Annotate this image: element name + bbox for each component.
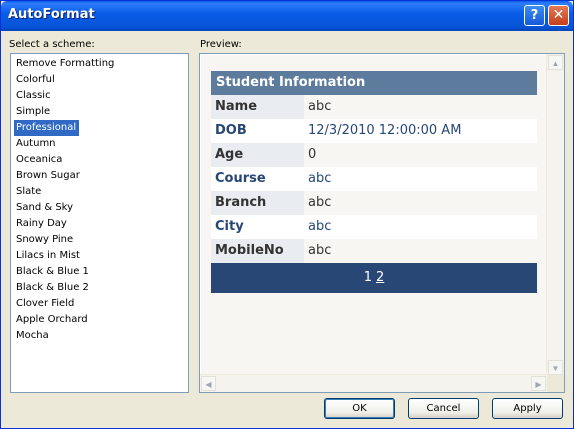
scheme-item[interactable]: Professional <box>14 120 80 136</box>
cancel-button[interactable]: Cancel <box>408 398 479 419</box>
grid-row: Name abc <box>211 95 537 119</box>
pager-current-page: 1 <box>363 270 372 285</box>
preview-label: Preview: <box>200 39 242 50</box>
grid-row: Course abc <box>211 167 537 191</box>
window-title: AutoFormat <box>8 7 95 22</box>
grid-row: Branch abc <box>211 191 537 215</box>
title-bar: AutoFormat ? ✕ <box>1 1 573 31</box>
pager-next-page-link[interactable]: 2 <box>376 270 384 285</box>
grid-header: Student Information <box>211 71 537 95</box>
vertical-scrollbar[interactable]: ▲ ▼ <box>546 54 564 376</box>
scheme-item[interactable]: Black & Blue 1 <box>11 264 188 280</box>
scroll-up-icon[interactable]: ▲ <box>548 55 563 70</box>
preview-grid: Student Information Name abc DOB 12/3/2010 … <box>211 71 537 293</box>
select-scheme-label: Select a scheme: <box>9 39 95 50</box>
grid-cell-label: Branch <box>211 191 304 215</box>
scheme-item[interactable]: Brown Sugar <box>11 168 188 184</box>
grid-cell-value: abc <box>308 99 332 114</box>
scheme-item[interactable]: Lilacs in Mist <box>11 248 188 264</box>
help-button[interactable]: ? <box>524 5 545 26</box>
grid-cell-value: abc <box>308 243 332 258</box>
scheme-item[interactable]: Snowy Pine <box>11 232 188 248</box>
scroll-right-icon[interactable]: ▶ <box>531 376 546 391</box>
grid-cell-label: DOB <box>211 119 304 143</box>
scheme-list[interactable]: Remove Formatting Colorful Classic Simple Pr… <box>10 53 189 393</box>
grid-cell-label: Age <box>211 143 304 167</box>
grid-cell-label: Name <box>211 95 304 119</box>
grid-row: MobileNo abc <box>211 239 537 263</box>
scroll-left-icon[interactable]: ◀ <box>201 376 216 391</box>
scheme-item[interactable]: Remove Formatting <box>11 56 188 72</box>
grid-cell-value: abc <box>308 219 332 234</box>
apply-button[interactable]: Apply <box>492 398 563 419</box>
grid-cell-label: City <box>211 215 304 239</box>
scheme-item[interactable]: Clover Field <box>11 296 188 312</box>
scheme-item[interactable]: Oceanica <box>11 152 188 168</box>
grid-pager: 12 <box>211 263 537 293</box>
autoformat-dialog: AutoFormat ? ✕ Select a scheme: Preview:… <box>0 0 574 429</box>
scroll-down-icon[interactable]: ▼ <box>548 360 563 375</box>
grid-cell-label: Course <box>211 167 304 191</box>
grid-cell-value: abc <box>308 195 332 210</box>
scheme-item[interactable]: Simple <box>11 104 188 120</box>
scheme-item[interactable]: Black & Blue 2 <box>11 280 188 296</box>
grid-row: Age 0 <box>211 143 537 167</box>
scheme-item[interactable]: Classic <box>11 88 188 104</box>
scheme-item[interactable]: Colorful <box>11 72 188 88</box>
horizontal-scrollbar[interactable]: ◀ ▶ <box>200 374 547 392</box>
scroll-corner <box>547 375 564 392</box>
grid-cell-value: abc <box>308 171 332 186</box>
grid-cell-value: 12/3/2010 12:00:00 AM <box>308 123 462 138</box>
scheme-item[interactable]: Mocha <box>11 328 188 344</box>
scheme-item[interactable]: Slate <box>11 184 188 200</box>
grid-row: City abc <box>211 215 537 239</box>
preview-pane: Student Information Name abc DOB 12/3/2010 … <box>199 53 565 393</box>
scheme-item[interactable]: Rainy Day <box>11 216 188 232</box>
scheme-item[interactable]: Apple Orchard <box>11 312 188 328</box>
preview-canvas: Student Information Name abc DOB 12/3/2010 … <box>201 55 547 376</box>
scheme-item[interactable]: Sand & Sky <box>11 200 188 216</box>
grid-cell-label: MobileNo <box>211 239 304 263</box>
scheme-item[interactable]: Autumn <box>11 136 188 152</box>
grid-cell-value: 0 <box>308 147 317 162</box>
close-button[interactable]: ✕ <box>548 5 569 26</box>
ok-button[interactable]: OK <box>324 398 395 419</box>
grid-row: DOB 12/3/2010 12:00:00 AM <box>211 119 537 143</box>
grid-rows: Name abc DOB 12/3/2010 12:00:00 AM Age 0 Cours… <box>211 95 537 263</box>
